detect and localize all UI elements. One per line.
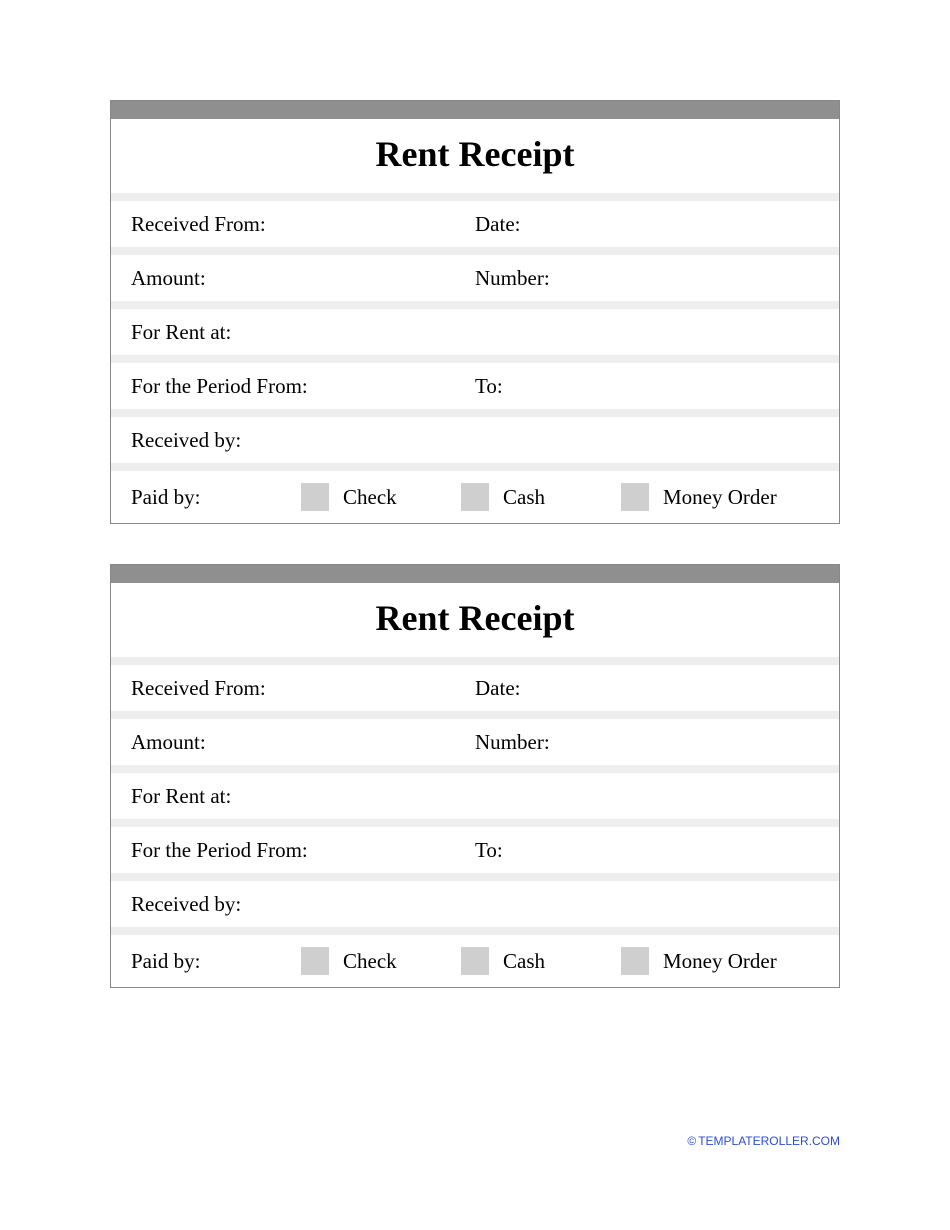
row-received-by: Received by:	[111, 881, 839, 927]
label-for-rent-at: For Rent at:	[131, 784, 475, 809]
row-divider	[111, 301, 839, 309]
paid-option-check: Check	[301, 483, 461, 511]
row-amount-number: Amount: Number:	[111, 255, 839, 301]
row-period: For the Period From: To:	[111, 363, 839, 409]
paid-option-money-order: Money Order	[621, 483, 777, 511]
row-divider	[111, 711, 839, 719]
checkbox-check[interactable]	[301, 947, 329, 975]
copyright-symbol: ©	[687, 1134, 696, 1148]
label-received-by: Received by:	[131, 892, 475, 917]
checkbox-check[interactable]	[301, 483, 329, 511]
row-divider	[111, 657, 839, 665]
label-option-money-order: Money Order	[663, 949, 777, 974]
row-paid-by: Paid by: Check Cash Money Order	[111, 935, 839, 987]
receipt-title: Rent Receipt	[111, 597, 839, 639]
row-divider	[111, 765, 839, 773]
paid-option-money-order: Money Order	[621, 947, 777, 975]
paid-option-check: Check	[301, 947, 461, 975]
row-divider	[111, 193, 839, 201]
label-period-from: For the Period From:	[131, 838, 475, 863]
row-divider	[111, 873, 839, 881]
footer-attribution: ©TEMPLATEROLLER.COM	[687, 1134, 840, 1148]
label-number: Number:	[475, 730, 819, 755]
row-divider	[111, 463, 839, 471]
row-divider	[111, 409, 839, 417]
label-date: Date:	[475, 212, 819, 237]
paid-option-cash: Cash	[461, 483, 621, 511]
row-divider	[111, 819, 839, 827]
label-option-money-order: Money Order	[663, 485, 777, 510]
label-period-to: To:	[475, 838, 819, 863]
label-period-to: To:	[475, 374, 819, 399]
label-received-by: Received by:	[131, 428, 475, 453]
checkbox-money-order[interactable]	[621, 483, 649, 511]
row-received-from-date: Received From: Date:	[111, 201, 839, 247]
row-received-from-date: Received From: Date:	[111, 665, 839, 711]
checkbox-money-order[interactable]	[621, 947, 649, 975]
row-for-rent-at: For Rent at:	[111, 773, 839, 819]
label-option-cash: Cash	[503, 485, 545, 510]
checkbox-cash[interactable]	[461, 947, 489, 975]
label-period-from: For the Period From:	[131, 374, 475, 399]
row-amount-number: Amount: Number:	[111, 719, 839, 765]
paid-option-cash: Cash	[461, 947, 621, 975]
row-paid-by: Paid by: Check Cash Money Order	[111, 471, 839, 523]
rent-receipt-card: Rent Receipt Received From: Date: Amount…	[110, 100, 840, 524]
receipt-title: Rent Receipt	[111, 133, 839, 175]
label-amount: Amount:	[131, 266, 475, 291]
label-received-from: Received From:	[131, 212, 475, 237]
label-option-check: Check	[343, 485, 397, 510]
label-paid-by: Paid by:	[131, 485, 301, 510]
row-period: For the Period From: To:	[111, 827, 839, 873]
receipt-top-bar	[111, 565, 839, 583]
label-option-check: Check	[343, 949, 397, 974]
receipt-title-row: Rent Receipt	[111, 583, 839, 657]
label-for-rent-at: For Rent at:	[131, 320, 475, 345]
label-amount: Amount:	[131, 730, 475, 755]
label-option-cash: Cash	[503, 949, 545, 974]
receipt-top-bar	[111, 101, 839, 119]
checkbox-cash[interactable]	[461, 483, 489, 511]
row-received-by: Received by:	[111, 417, 839, 463]
label-number: Number:	[475, 266, 819, 291]
label-received-from: Received From:	[131, 676, 475, 701]
rent-receipt-card: Rent Receipt Received From: Date: Amount…	[110, 564, 840, 988]
row-divider	[111, 355, 839, 363]
receipt-title-row: Rent Receipt	[111, 119, 839, 193]
label-date: Date:	[475, 676, 819, 701]
footer-site-link[interactable]: TEMPLATEROLLER.COM	[698, 1134, 840, 1148]
row-divider	[111, 927, 839, 935]
row-for-rent-at: For Rent at:	[111, 309, 839, 355]
label-paid-by: Paid by:	[131, 949, 301, 974]
row-divider	[111, 247, 839, 255]
